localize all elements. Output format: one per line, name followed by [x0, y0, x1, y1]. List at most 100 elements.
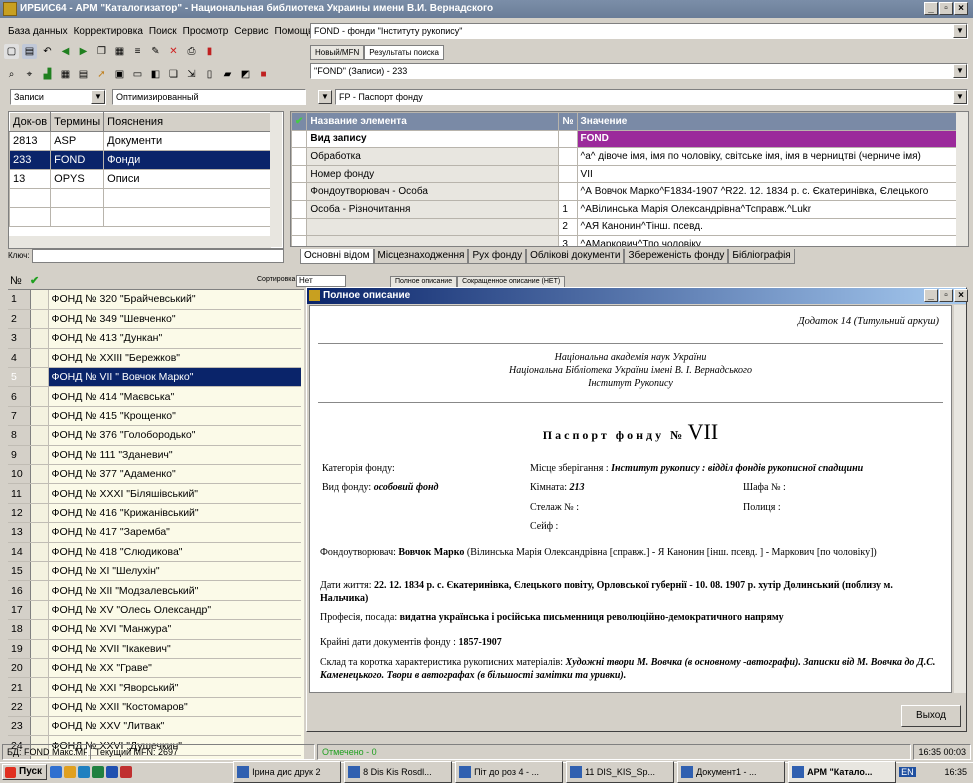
image-icon[interactable]: ◩	[238, 67, 253, 82]
list-item[interactable]: 6 ФОНД № 414 "Маєвська"	[8, 386, 301, 407]
list-item[interactable]: 20 ФОНД № XX "Граве"	[8, 658, 301, 679]
list-item[interactable]: 4 ФОНД № XXIII "Бережков"	[8, 348, 301, 369]
row-checkbox[interactable]	[30, 503, 49, 524]
list-item[interactable]: 13 ФОНД № 417 "Заремба"	[8, 522, 301, 543]
grid-icon[interactable]: ▦	[112, 44, 127, 59]
menu-edit[interactable]: Корректировка	[74, 26, 143, 37]
scrollbar-vertical[interactable]	[954, 305, 966, 693]
list-item[interactable]: 8 ФОНД № 376 "Голобородько"	[8, 425, 301, 446]
list-item[interactable]: 12 ФОНД № 416 "Крижанівський"	[8, 503, 301, 524]
list-item[interactable]: 16 ФОНД № XII "Модзалевський"	[8, 580, 301, 601]
list-item[interactable]: 7 ФОНД № 415 "Крощенко"	[8, 406, 301, 427]
menu-search[interactable]: Поиск	[149, 26, 177, 37]
menu-help[interactable]: Помощь	[275, 26, 314, 37]
print-icon[interactable]: ⎙	[184, 44, 199, 59]
maximize-icon[interactable]: ▫	[939, 289, 953, 302]
copy2-icon[interactable]: ❏	[166, 67, 181, 82]
row-checkbox[interactable]	[30, 716, 49, 737]
row-checkbox[interactable]	[30, 290, 49, 310]
list-item[interactable]: 18 ФОНД № XVI "Манжура"	[8, 619, 301, 640]
cell[interactable]: VII	[576, 164, 958, 184]
table-row[interactable]: Вид запису FOND	[291, 129, 958, 149]
tab-new-mfn[interactable]: Новый/MFN	[310, 45, 365, 60]
menu-service[interactable]: Сервис	[234, 26, 268, 37]
row-checkbox[interactable]	[30, 445, 49, 466]
format-icon[interactable]: ◧	[148, 67, 163, 82]
row-checkbox[interactable]	[30, 600, 49, 621]
lock-icon[interactable]: ▮	[202, 44, 217, 59]
row-checkbox[interactable]	[30, 328, 49, 349]
tab-accounting[interactable]: Облікові документи	[526, 249, 625, 264]
tab-bibliography[interactable]: Бібліографія	[728, 249, 795, 264]
list-item[interactable]: 15 ФОНД № XI "Шелухін"	[8, 561, 301, 582]
row-checkbox[interactable]	[30, 309, 49, 330]
chevron-down-icon[interactable]: ▼	[953, 90, 967, 104]
scrollbar-horizontal[interactable]	[9, 236, 271, 248]
row-checkbox[interactable]	[30, 367, 49, 388]
mode-combo[interactable]: Записи ▼	[10, 89, 106, 105]
table-row[interactable]: 13 OPYS Описи	[8, 169, 271, 189]
task-button-active[interactable]: АРМ "Катало...	[788, 760, 897, 783]
tab-movement[interactable]: Рух фонду	[468, 249, 527, 264]
list-item[interactable]: 9 ФОНД № 111 "Зданевич"	[8, 445, 301, 466]
row-checkbox[interactable]	[30, 580, 49, 601]
cell[interactable]: ^АМаркович^Тпо чоловіку	[576, 235, 958, 246]
list-item[interactable]: 2 ФОНД № 349 "Шевченко"	[8, 309, 301, 330]
lang-indicator[interactable]: EN	[899, 766, 916, 777]
list-item[interactable]: 23 ФОНД № XXV "Литвак"	[8, 716, 301, 737]
exit-button[interactable]: Выход	[901, 705, 961, 727]
copy-icon[interactable]: ❐	[94, 44, 109, 59]
window-icon[interactable]: ▭	[130, 67, 145, 82]
desktop-icon[interactable]	[78, 765, 91, 778]
cell[interactable]: FOND	[576, 129, 958, 149]
close-icon[interactable]: ×	[954, 289, 968, 302]
table-row[interactable]: Обработка ^а^ дівоче імя, імя по чоловіку…	[291, 147, 958, 166]
menu-database[interactable]: База данных	[8, 26, 68, 37]
list-item[interactable]: 5 ФОНД № VII " Вовчок Марко"	[8, 367, 301, 388]
row-checkbox[interactable]	[30, 639, 49, 659]
ie-icon[interactable]	[50, 765, 63, 778]
list-item[interactable]: 17 ФОНД № XV "Олесь Олександр"	[8, 600, 301, 621]
tab-main[interactable]: Основні відом	[300, 249, 374, 264]
col-header-terms[interactable]: Термины	[50, 112, 105, 132]
chevron-down-icon[interactable]: ▼	[953, 64, 967, 78]
chart-icon[interactable]: ▟	[40, 67, 55, 82]
cell[interactable]: ^А Вовчок Марко^F1834-1907 ^R22. 12. 183…	[576, 182, 958, 201]
search-icon[interactable]: ⌕	[4, 67, 19, 82]
view-icon[interactable]: ▣	[112, 67, 127, 82]
row-checkbox[interactable]	[30, 386, 49, 407]
cell[interactable]: ^а^ дівоче імя, імя по чоловіку, світськ…	[576, 147, 958, 166]
new-icon[interactable]: ▢	[4, 44, 19, 59]
undo-icon[interactable]: ↶	[40, 44, 55, 59]
scrollbar-vertical[interactable]	[956, 112, 968, 246]
folder-icon[interactable]: ▰	[220, 67, 235, 82]
list-icon[interactable]: ≡	[130, 44, 145, 59]
menu-view[interactable]: Просмотр	[183, 26, 229, 37]
sort-combo[interactable]: Нет	[296, 275, 346, 287]
row-checkbox[interactable]	[30, 425, 49, 446]
list-item[interactable]: 19 ФОНД № XVII "Ікакевич"	[8, 639, 301, 659]
cell[interactable]: ^АЯ Канонин^Тінш. псевд.	[576, 217, 958, 237]
doc-icon[interactable]: ▤	[76, 67, 91, 82]
stop-icon[interactable]: ■	[256, 67, 271, 82]
list-item[interactable]: 14 ФОНД № 418 "Слюдикова"	[8, 542, 301, 562]
start-button[interactable]: Пуск	[2, 763, 48, 780]
query-combo[interactable]: FOND - фонди "Інституту рукопису" ▼	[310, 23, 968, 39]
row-checkbox[interactable]	[30, 561, 49, 582]
tab-search-results[interactable]: Результаты поиска	[364, 45, 444, 60]
row-checkbox[interactable]	[30, 483, 49, 504]
row-checkbox[interactable]	[30, 522, 49, 543]
row-checkbox[interactable]	[30, 406, 49, 427]
task-button[interactable]: Документ1 - ...	[677, 760, 786, 783]
row-checkbox[interactable]	[30, 348, 49, 369]
row-checkbox[interactable]	[30, 542, 49, 562]
tab-location[interactable]: Місцезнаходження	[373, 249, 469, 264]
task-button[interactable]: Ірина дис друк 2	[233, 760, 342, 783]
delete-icon[interactable]: ✕	[166, 44, 181, 59]
minimize-icon[interactable]: _	[924, 2, 938, 15]
row-checkbox[interactable]	[30, 464, 49, 485]
folder-icon[interactable]	[64, 765, 77, 778]
chevron-down-icon[interactable]: ▼	[953, 24, 967, 38]
cell[interactable]: ^АВілинська Марія Олександрівна^Тсправж.…	[576, 199, 958, 219]
list-item[interactable]: 11 ФОНД № XXXI "Біляшівський"	[8, 483, 301, 504]
